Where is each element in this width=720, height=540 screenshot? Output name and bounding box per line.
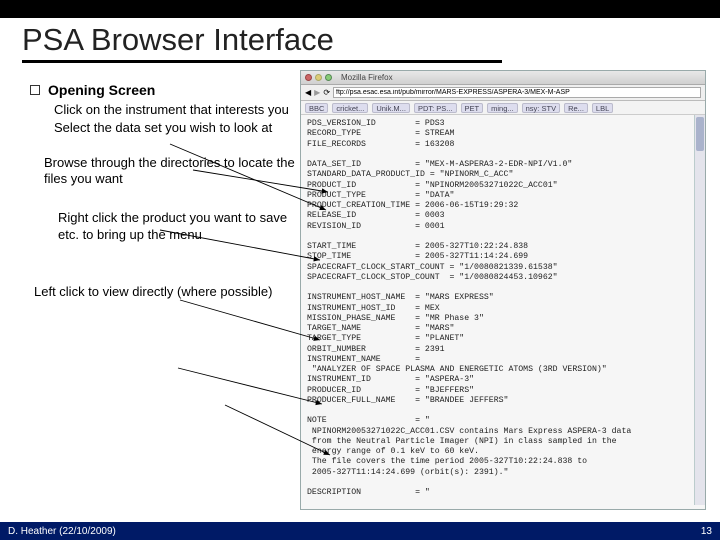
top-black-bar xyxy=(0,0,720,18)
bookmark-item[interactable]: nsy: STV xyxy=(522,103,560,113)
bookmark-item[interactable]: LBL xyxy=(592,103,613,113)
bullet-marker xyxy=(30,85,40,95)
footer-author: D. Heather (22/10/2009) xyxy=(8,526,116,537)
window-title: Mozilla Firefox xyxy=(341,73,393,82)
slide-body: Opening Screen Click on the instrument t… xyxy=(30,82,300,301)
zoom-icon xyxy=(325,74,332,81)
minimize-icon xyxy=(315,74,322,81)
browser-screenshot: Mozilla Firefox ◀ ▶ ⟳ BBC cricket... Uni… xyxy=(300,70,706,510)
reload-icon: ⟳ xyxy=(323,88,330,97)
vertical-scrollbar[interactable] xyxy=(694,115,705,505)
bookmark-item[interactable]: BBC xyxy=(305,103,328,113)
window-titlebar: Mozilla Firefox xyxy=(301,71,705,85)
paragraph-rightclick: Right click the product you want to save… xyxy=(58,210,300,244)
back-icon: ◀ xyxy=(305,88,311,97)
bookmark-item[interactable]: PDT: PS... xyxy=(414,103,457,113)
page-number: 13 xyxy=(701,526,712,537)
url-input[interactable] xyxy=(333,87,701,98)
bullet-heading: Opening Screen xyxy=(48,82,155,98)
address-bar-row: ◀ ▶ ⟳ xyxy=(301,85,705,101)
paragraph-leftclick: Left click to view directly (where possi… xyxy=(34,284,300,301)
bookmark-item[interactable]: Re... xyxy=(564,103,588,113)
slide-title: PSA Browser Interface xyxy=(22,22,502,63)
sub-bullet-2: Select the data set you wish to look at xyxy=(54,120,300,136)
bookmark-bar: BBC cricket... Unik.M... PDT: PS... PET … xyxy=(301,101,705,115)
sub-bullet-1: Click on the instrument that interests y… xyxy=(54,102,300,118)
forward-icon: ▶ xyxy=(314,88,320,97)
bookmark-item[interactable]: ming... xyxy=(487,103,518,113)
bookmark-item[interactable]: PET xyxy=(461,103,484,113)
bookmark-item[interactable]: Unik.M... xyxy=(372,103,410,113)
close-icon xyxy=(305,74,312,81)
file-contents: PDS_VERSION_ID = PDS3 RECORD_TYPE = STRE… xyxy=(301,115,705,495)
bookmark-item[interactable]: cricket... xyxy=(332,103,368,113)
paragraph-browse: Browse through the directories to locate… xyxy=(44,155,300,189)
scrollbar-thumb[interactable] xyxy=(696,117,704,151)
slide-footer: D. Heather (22/10/2009) 13 xyxy=(0,522,720,540)
